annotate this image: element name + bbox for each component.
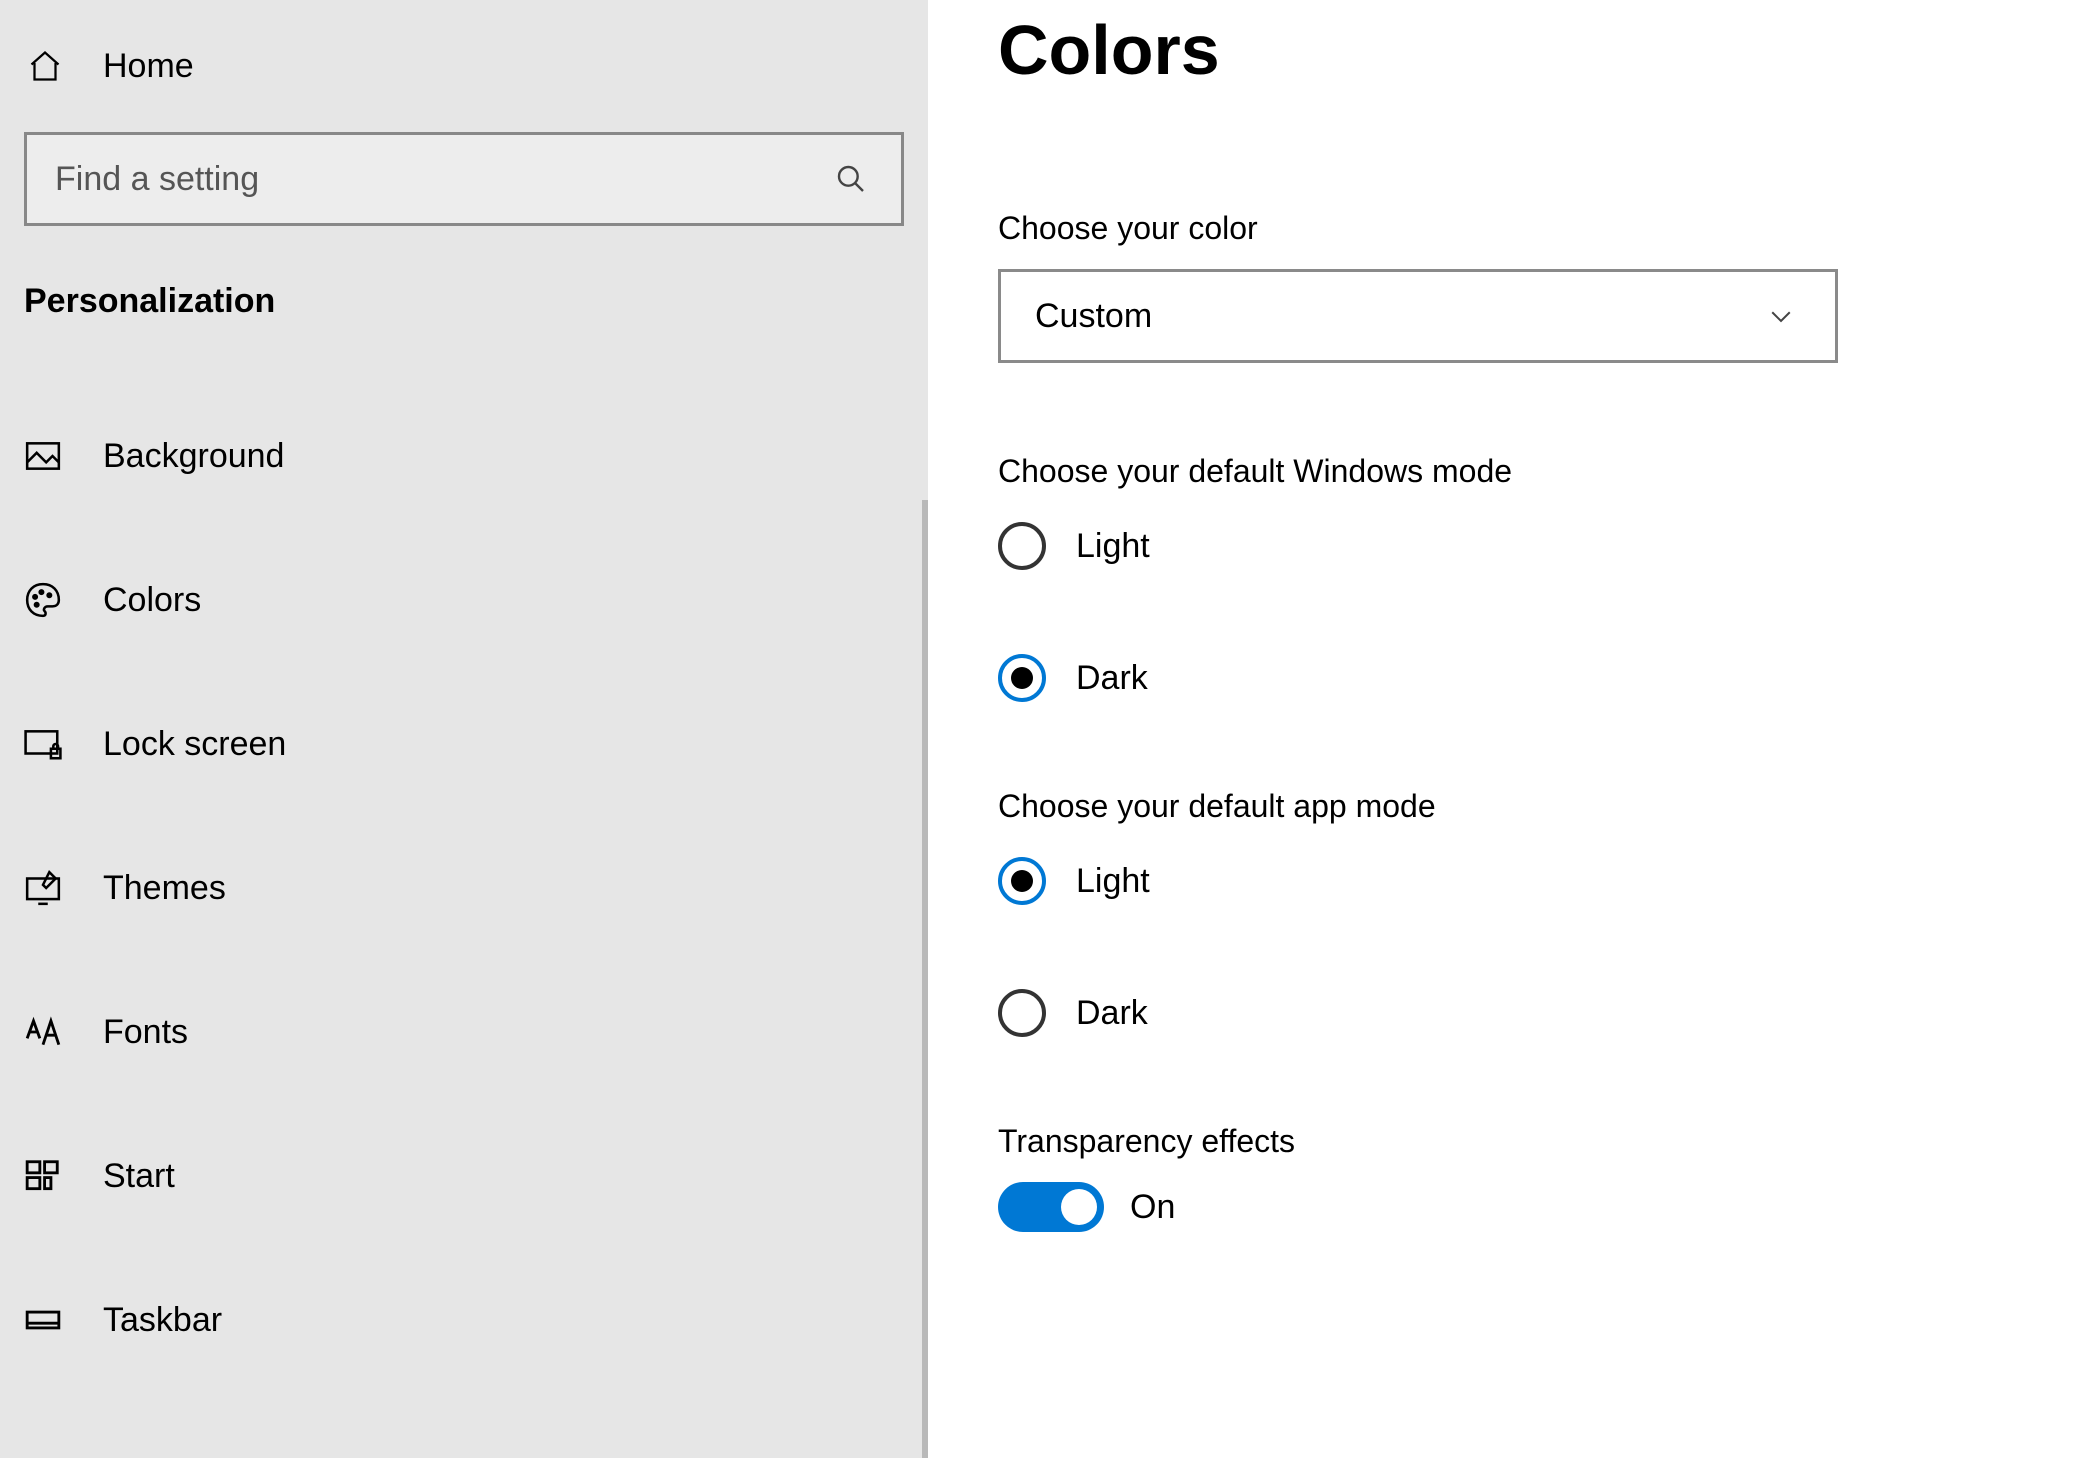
sidebar-section-header: Personalization xyxy=(0,282,928,321)
radio-label: Dark xyxy=(1076,994,1148,1033)
palette-icon xyxy=(23,580,63,620)
radio-icon xyxy=(998,522,1046,570)
radio-label: Light xyxy=(1076,527,1150,566)
app-mode-label: Choose your default app mode xyxy=(998,788,1980,825)
radio-selected-icon xyxy=(998,654,1046,702)
app-mode-dark[interactable]: Dark xyxy=(998,979,1980,1047)
sidebar-scrollbar[interactable] xyxy=(922,500,928,1458)
chevron-down-icon xyxy=(1761,296,1801,336)
choose-color-dropdown[interactable]: Custom xyxy=(998,269,1838,363)
themes-icon xyxy=(23,868,63,908)
windows-mode-light[interactable]: Light xyxy=(998,512,1980,580)
sidebar-item-themes[interactable]: Themes xyxy=(0,843,928,933)
choose-color-value: Custom xyxy=(1035,297,1152,336)
sidebar-item-background[interactable]: Background xyxy=(0,411,928,501)
radio-icon xyxy=(998,989,1046,1037)
sidebar-item-label: Themes xyxy=(103,869,226,908)
picture-icon xyxy=(23,436,63,476)
toggle-knob xyxy=(1061,1189,1097,1225)
sidebar-item-fonts[interactable]: Fonts xyxy=(0,987,928,1077)
transparency-state: On xyxy=(1130,1188,1175,1227)
choose-color-label: Choose your color xyxy=(998,210,1980,247)
sidebar: Home Personalization Background xyxy=(0,0,928,1458)
sidebar-item-start[interactable]: Start xyxy=(0,1131,928,1221)
sidebar-item-taskbar[interactable]: Taskbar xyxy=(0,1275,928,1365)
radio-selected-icon xyxy=(998,857,1046,905)
sidebar-item-label: Colors xyxy=(103,581,201,620)
transparency-toggle[interactable] xyxy=(998,1182,1104,1232)
start-icon xyxy=(23,1156,63,1196)
sidebar-item-colors[interactable]: Colors xyxy=(0,555,928,645)
sidebar-item-label: Lock screen xyxy=(103,725,286,764)
radio-label: Dark xyxy=(1076,659,1148,698)
windows-mode-label: Choose your default Windows mode xyxy=(998,453,1980,490)
sidebar-nav: Background Colors xyxy=(0,411,928,1365)
sidebar-item-lock-screen[interactable]: Lock screen xyxy=(0,699,928,789)
lock-screen-icon xyxy=(23,724,63,764)
sidebar-item-label: Taskbar xyxy=(103,1301,222,1340)
taskbar-icon xyxy=(23,1300,63,1340)
sidebar-item-label: Fonts xyxy=(103,1013,188,1052)
search-container xyxy=(24,132,904,226)
content: Colors Choose your color Custom Choose y… xyxy=(928,0,2100,1458)
radio-label: Light xyxy=(1076,862,1150,901)
windows-mode-group: Light Dark xyxy=(998,512,1980,712)
nav-home-label: Home xyxy=(103,47,194,86)
page-title: Colors xyxy=(998,10,1980,90)
transparency-toggle-row: On xyxy=(998,1182,1980,1232)
home-icon xyxy=(25,46,65,86)
sidebar-item-label: Background xyxy=(103,437,284,476)
search-box[interactable] xyxy=(24,132,904,226)
windows-mode-dark[interactable]: Dark xyxy=(998,644,1980,712)
app-mode-light[interactable]: Light xyxy=(998,847,1980,915)
search-icon xyxy=(831,159,871,199)
sidebar-item-label: Start xyxy=(103,1157,175,1196)
fonts-icon xyxy=(23,1012,63,1052)
transparency-label: Transparency effects xyxy=(998,1123,1980,1160)
app-mode-group: Light Dark xyxy=(998,847,1980,1047)
search-input[interactable] xyxy=(55,160,831,199)
nav-home[interactable]: Home xyxy=(0,32,928,100)
